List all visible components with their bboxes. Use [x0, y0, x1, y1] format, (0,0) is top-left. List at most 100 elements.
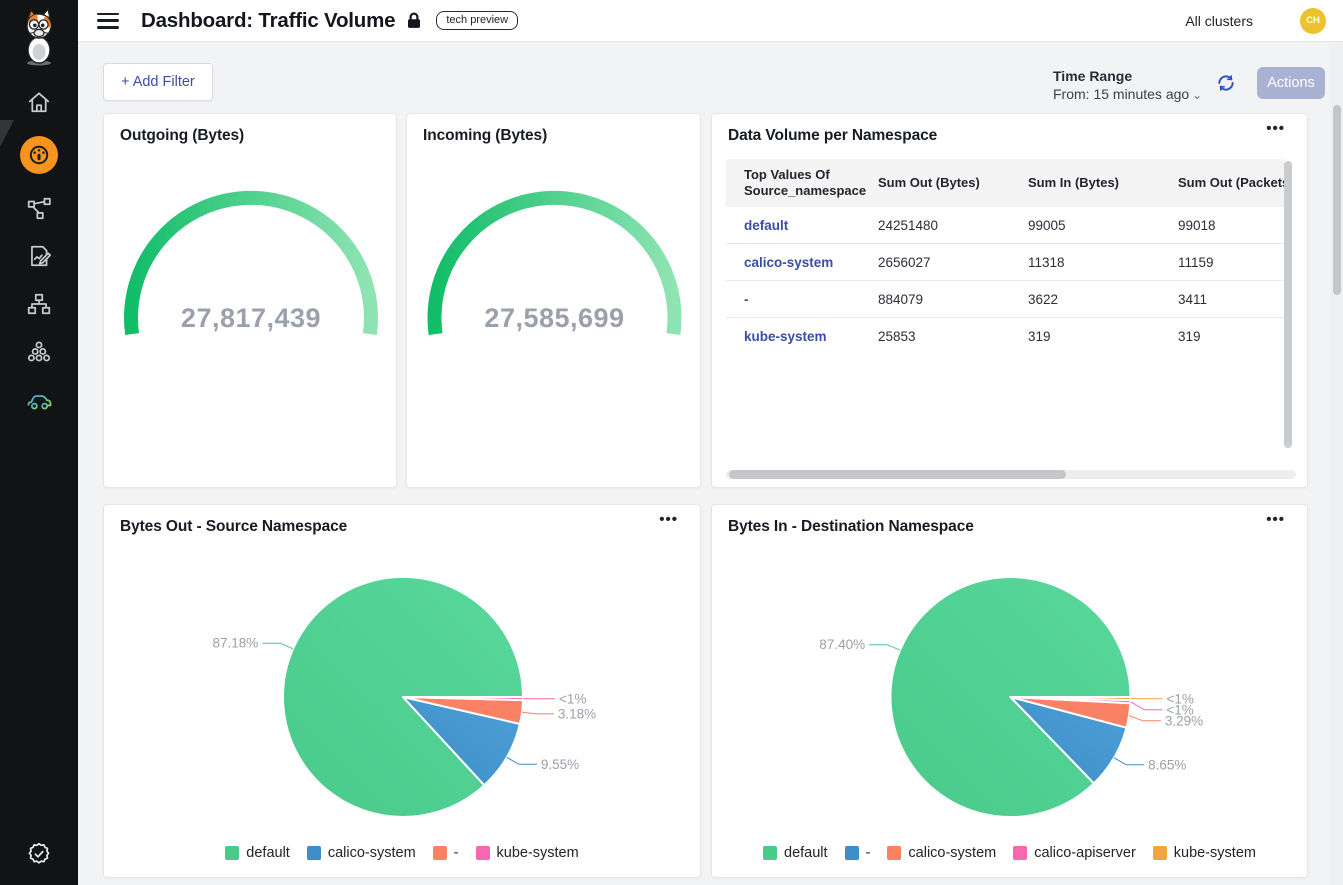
sidebar-item-network[interactable] [20, 290, 58, 318]
topology-graph-icon [26, 195, 52, 221]
pie-label-line [507, 757, 537, 764]
legend-swatch [307, 846, 321, 860]
table-scroll-area[interactable]: Top Values Of Source_namespaceSum Out (B… [726, 159, 1284, 459]
sidebar-item-reports[interactable] [20, 242, 58, 270]
time-range-block: Time Range From: 15 minutes ago⌄ [1053, 68, 1202, 102]
pie-label-line [1114, 758, 1144, 765]
sidebar [0, 0, 78, 885]
chart-legend: default calico-system - kube-system [104, 845, 700, 861]
column-header: Top Values Of Source_namespace [726, 167, 878, 200]
dashboard-content: + Add Filter Time Range From: 15 minutes… [78, 42, 1343, 885]
home-icon [26, 89, 52, 115]
scrollbar-thumb[interactable] [1284, 161, 1292, 448]
namespace-link[interactable]: kube-system [726, 329, 878, 344]
legend-swatch [1013, 846, 1027, 860]
verified-badge-icon [26, 841, 52, 867]
pie-label-line [1130, 702, 1162, 710]
pie-label: 9.55% [541, 757, 579, 772]
sidebar-item-clusters[interactable] [20, 338, 58, 366]
time-range-label: Time Range [1053, 68, 1202, 84]
cell-value: 884079 [878, 292, 1028, 307]
top-bar: Dashboard: Traffic Volume tech preview A… [78, 0, 1343, 42]
sitemap-icon [26, 291, 52, 317]
chart-legend: default - calico-system calico-apiserver kub… [712, 845, 1307, 861]
actions-button[interactable]: Actions [1257, 67, 1325, 99]
legend-item-kube-system[interactable]: kube-system [1153, 845, 1256, 861]
pie-label-line [522, 712, 554, 714]
add-filter-button[interactable]: + Add Filter [103, 63, 213, 101]
legend-item-calico-apiserver[interactable]: calico-apiserver [1013, 845, 1136, 861]
legend-item--[interactable]: - [845, 845, 871, 861]
outgoing-gauge-chart: 27,817,439 [104, 160, 398, 410]
app-root: Dashboard: Traffic Volume tech preview A… [0, 0, 1343, 885]
cell-value: 3622 [1028, 292, 1178, 307]
namespace-link[interactable]: - [726, 292, 878, 307]
pie-label: 87.40% [819, 637, 865, 652]
gauge-value: 27,585,699 [484, 303, 624, 333]
sidebar-item-compliance[interactable] [0, 841, 78, 867]
more-menu-icon[interactable]: ••• [1266, 120, 1285, 137]
legend-swatch [845, 846, 859, 860]
legend-label: - [866, 845, 871, 861]
cat-mascot-icon [19, 8, 59, 68]
legend-item-calico-system[interactable]: calico-system [887, 845, 996, 861]
time-range-dropdown[interactable]: From: 15 minutes ago⌄ [1053, 86, 1202, 102]
legend-item-default[interactable]: default [763, 845, 828, 861]
incoming-gauge-chart: 27,585,699 [407, 160, 702, 410]
namespace-link[interactable]: default [726, 218, 878, 233]
tech-preview-badge: tech preview [436, 11, 518, 30]
card-title: Data Volume per Namespace [728, 127, 937, 145]
cell-value: 24251480 [878, 218, 1028, 233]
app-logo-cat[interactable] [19, 8, 59, 68]
legend-swatch [476, 846, 490, 860]
cluster-selector[interactable]: All clusters [1185, 13, 1253, 29]
scrollbar-thumb[interactable] [1333, 105, 1341, 295]
card-data-volume-table: Data Volume per Namespace ••• Top Values… [711, 113, 1308, 488]
table-header-row: Top Values Of Source_namespaceSum Out (B… [726, 159, 1284, 207]
sidebar-item-dashboards[interactable] [20, 136, 58, 174]
legend-item-default[interactable]: default [225, 845, 290, 861]
legend-label: default [246, 845, 290, 861]
gauge-value: 27,817,439 [181, 303, 321, 333]
chevron-down-icon: ⌄ [1192, 88, 1202, 102]
scrollbar-thumb[interactable] [729, 470, 1066, 479]
legend-item-calico-system[interactable]: calico-system [307, 845, 416, 861]
pie-label: 87.18% [213, 636, 259, 651]
page-scrollbar [1330, 42, 1343, 885]
cell-value: 319 [1028, 329, 1178, 344]
refresh-button[interactable] [1214, 72, 1238, 96]
legend-swatch [1153, 846, 1167, 860]
sidebar-item-home[interactable] [20, 88, 58, 116]
sidebar-item-traffic[interactable] [20, 386, 58, 414]
legend-swatch [225, 846, 239, 860]
pie-label-line [1129, 716, 1161, 721]
lock-icon [407, 12, 421, 29]
card-bytes-out-pie: Bytes Out - Source Namespace ••• 87.18%9… [103, 504, 701, 878]
legend-label: kube-system [1174, 845, 1256, 861]
pie-label: <1% [559, 691, 586, 706]
pie-label: 8.65% [1148, 757, 1186, 772]
cell-value: 3411 [1178, 292, 1284, 307]
cell-value: 99018 [1178, 218, 1284, 233]
bytes-out-pie-chart: 87.18%9.55%3.18%<1% [104, 505, 702, 841]
bytes-in-pie-chart: 87.40%8.65%3.29%<1%<1% [712, 505, 1309, 841]
legend-item-kube-system[interactable]: kube-system [476, 845, 579, 861]
menu-button[interactable] [97, 13, 119, 29]
legend-item--[interactable]: - [433, 845, 459, 861]
table-row: kube-system25853319319 [726, 318, 1284, 355]
table-row: default242514809900599018 [726, 207, 1284, 244]
table-vertical-scrollbar [1284, 159, 1292, 459]
gauge-icon [27, 143, 51, 167]
cell-value: 99005 [1028, 218, 1178, 233]
sidebar-item-service-graph[interactable] [20, 194, 58, 222]
legend-swatch [887, 846, 901, 860]
car-icon [25, 386, 53, 414]
legend-swatch [433, 846, 447, 860]
table-row: calico-system26560271131811159 [726, 244, 1284, 281]
namespace-link[interactable]: calico-system [726, 255, 878, 270]
cell-value: 11318 [1028, 255, 1178, 270]
avatar[interactable]: CH [1300, 8, 1326, 34]
legend-label: calico-system [908, 845, 996, 861]
sidebar-nav [0, 88, 78, 414]
cell-value: 25853 [878, 329, 1028, 344]
